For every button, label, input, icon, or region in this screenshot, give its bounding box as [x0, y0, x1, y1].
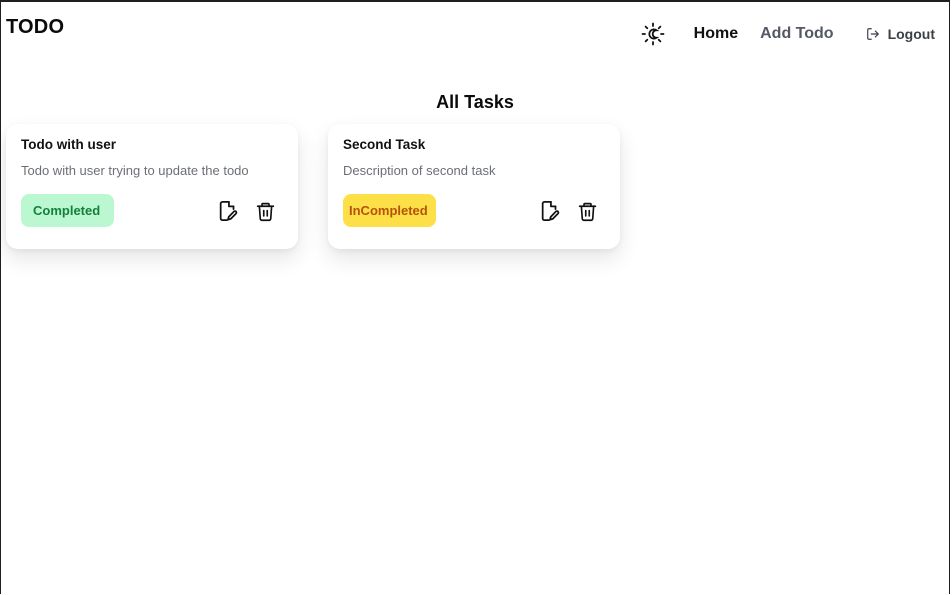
edit-task-button[interactable] [217, 200, 239, 222]
top-nav: Home Add Todo Logout [640, 20, 935, 48]
status-badge-incompleted[interactable]: InCompleted [343, 194, 436, 227]
sun-moon-icon [641, 22, 665, 46]
task-actions [539, 200, 598, 222]
logout-icon [866, 28, 879, 40]
task-card: Second Task Description of second task I… [328, 124, 620, 249]
task-title: Todo with user [21, 137, 116, 152]
app-window: TODO Home Add Todo Logout All Tasks Todo… [0, 0, 950, 594]
task-description: Description of second task [343, 163, 496, 178]
status-badge-completed[interactable]: Completed [21, 194, 114, 227]
trash-icon [578, 202, 596, 221]
page-title: All Tasks [436, 92, 514, 113]
logout-label: Logout [887, 26, 935, 42]
edit-task-button[interactable] [539, 200, 561, 222]
task-actions [217, 200, 276, 222]
task-description: Todo with user trying to update the todo [21, 163, 249, 178]
nav-add-todo-link[interactable]: Add Todo [760, 25, 833, 43]
brand-logo[interactable]: TODO [6, 16, 64, 39]
theme-toggle-button[interactable] [640, 21, 666, 47]
nav-home-link[interactable]: Home [694, 25, 738, 43]
logout-button[interactable]: Logout [866, 26, 935, 42]
delete-task-button[interactable] [576, 200, 598, 222]
task-card: Todo with user Todo with user trying to … [6, 124, 298, 249]
edit-file-icon [219, 200, 238, 222]
edit-file-icon [541, 200, 560, 222]
delete-task-button[interactable] [254, 200, 276, 222]
task-title: Second Task [343, 137, 426, 152]
trash-icon [256, 202, 274, 221]
